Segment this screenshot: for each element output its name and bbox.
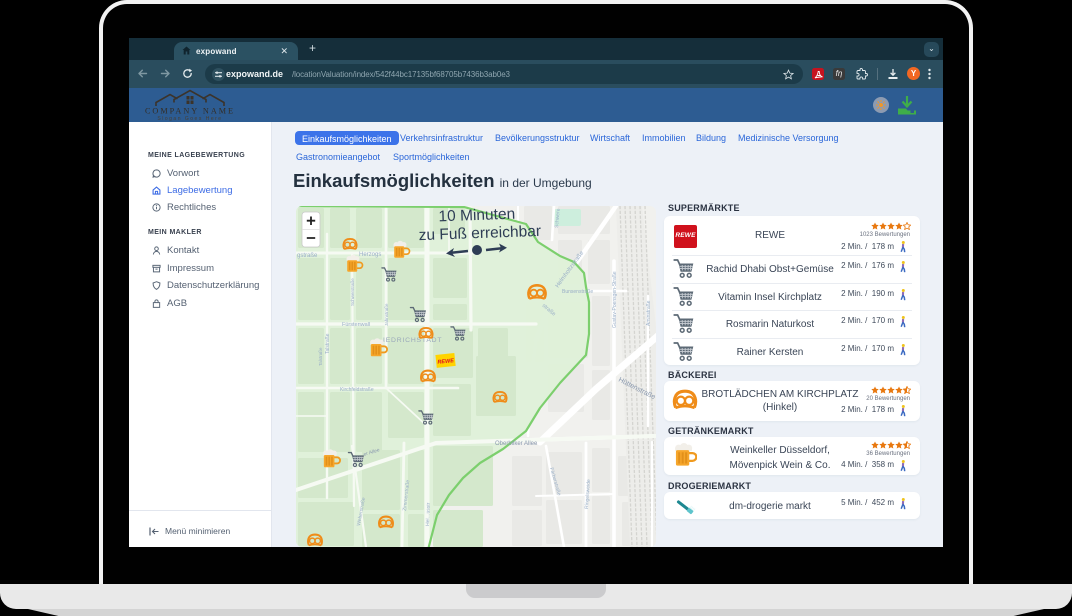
svg-text:Talstraße: Talstraße [318, 347, 323, 366]
svg-text:Schwerstraße: Schwerstraße [350, 278, 355, 306]
svg-text:Aminstraße: Aminstraße [646, 300, 652, 326]
svg-text:Bunsenstraße: Bunsenstraße [562, 289, 593, 295]
svg-text:Oberbilker Allee: Oberbilker Allee [495, 441, 538, 447]
svg-text:IEDRICHSTADT: IEDRICHSTADT [383, 337, 442, 344]
svg-text:Talstraße: Talstraße [325, 333, 331, 354]
svg-text:10 Minuten: 10 Minuten [438, 206, 515, 225]
svg-text:Herzogs: Herzogs [359, 252, 381, 258]
svg-text:Jahnstraße: Jahnstraße [384, 303, 389, 326]
svg-text:Fürstenwall: Fürstenwall [342, 322, 370, 328]
svg-text:Kirchfeldstraße: Kirchfeldstraße [340, 387, 374, 393]
svg-text:Hel…usstr: Hel…usstr [425, 502, 432, 526]
svg-text:COMPANY NAME: COMPANY NAME [145, 107, 235, 116]
svg-text:gstraße: gstraße [297, 253, 318, 259]
svg-text:Gustav-Poensgen-Straße: Gustav-Poensgen-Straße [612, 271, 618, 328]
